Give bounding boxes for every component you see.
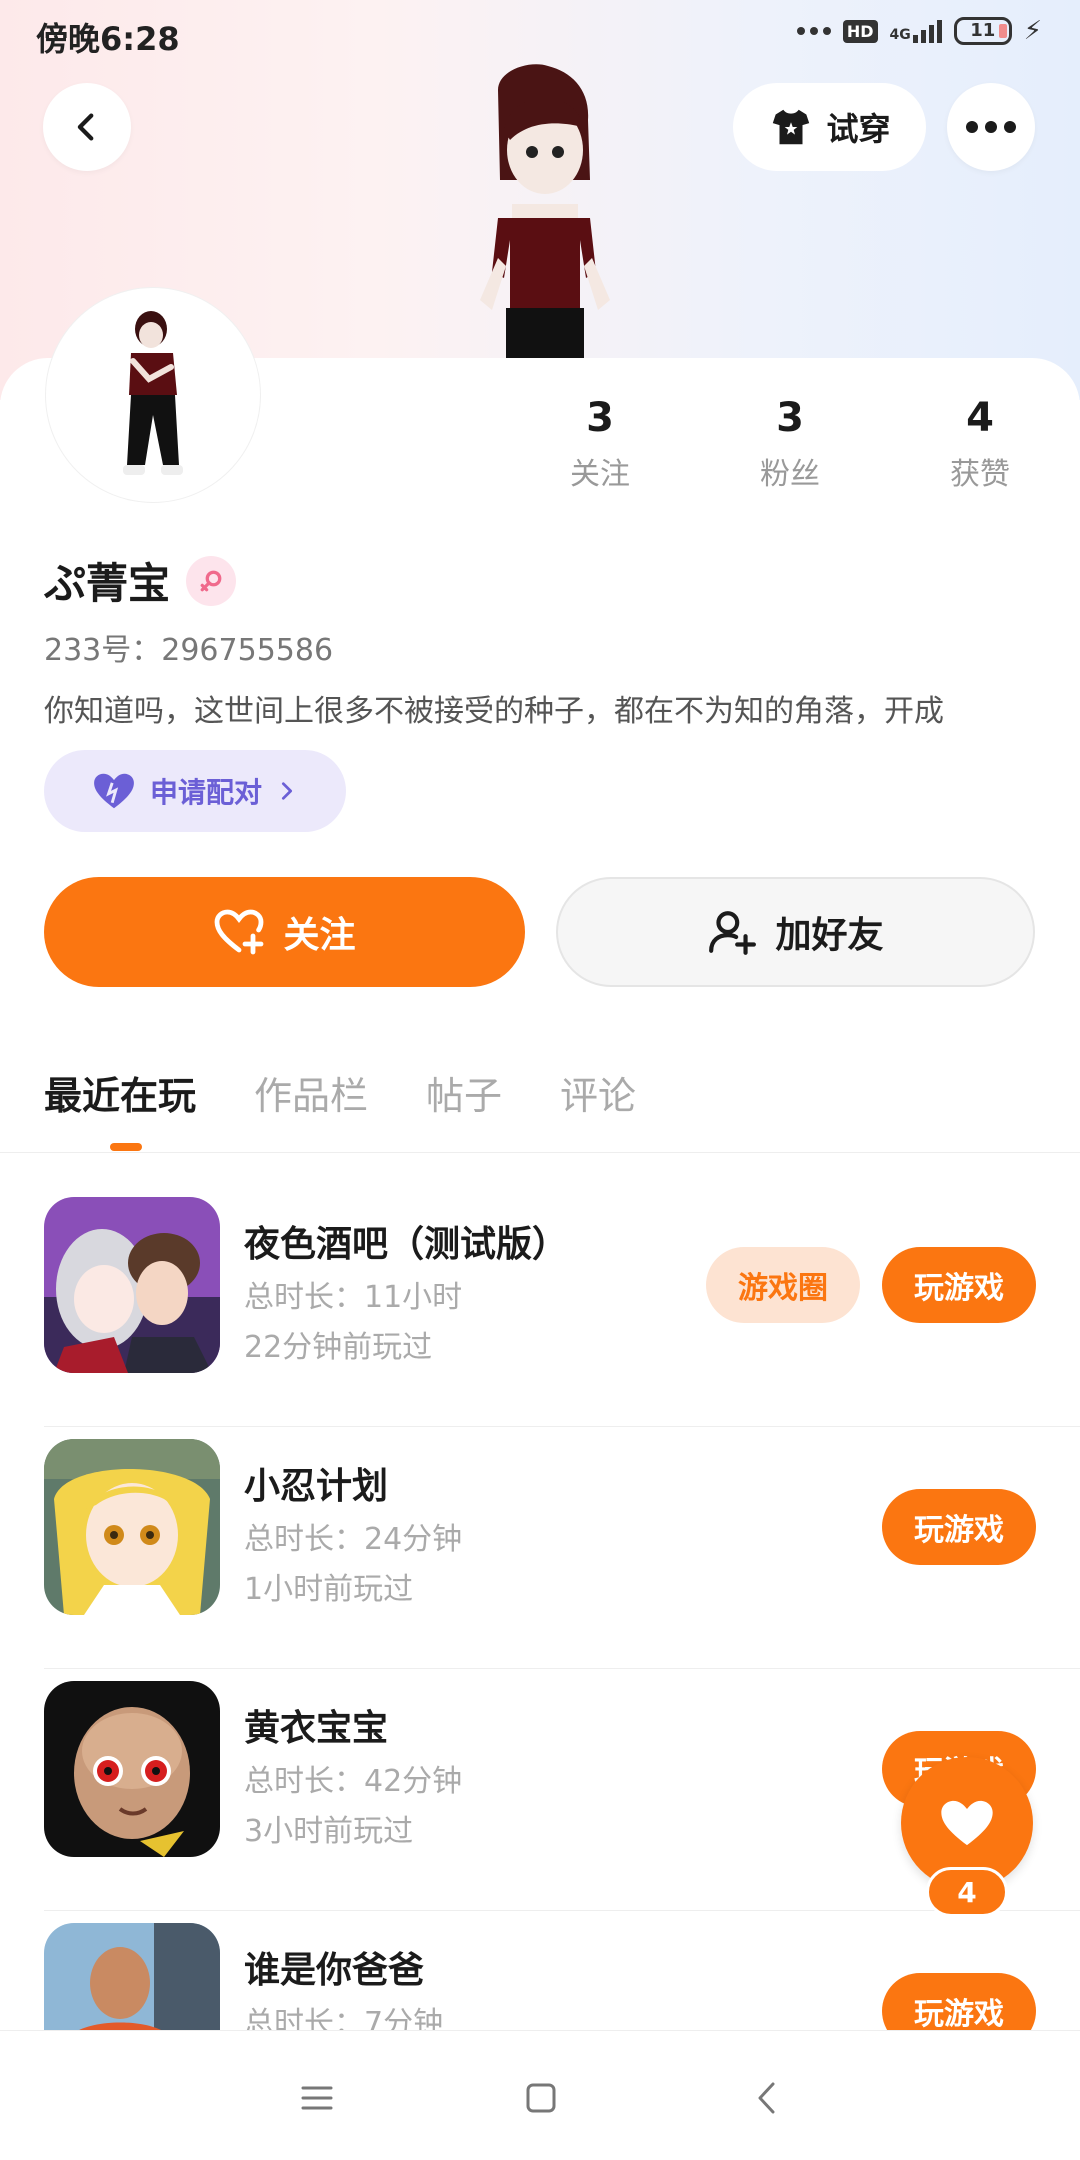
- notification-dots-icon: [796, 27, 831, 35]
- game-last-played: 1小时前玩过: [244, 1572, 414, 1607]
- user-id: 233号：296755586: [44, 633, 334, 668]
- play-game-button[interactable]: 玩游戏: [882, 1489, 1036, 1565]
- menu-nav-button[interactable]: [292, 2073, 342, 2123]
- tab-indicator: [110, 1143, 142, 1151]
- status-bar: 傍晚6:28 HD 4G 11 ⚡: [0, 0, 1080, 66]
- game-last-played: 22分钟前玩过: [244, 1330, 433, 1365]
- more-icon: [966, 121, 1016, 133]
- stat-likes[interactable]: 4 获赞: [920, 395, 1040, 493]
- game-title: 夜色酒吧（测试版）: [244, 1224, 569, 1265]
- avatar[interactable]: [46, 288, 260, 502]
- tab-posts[interactable]: 帖子: [426, 1065, 502, 1120]
- status-time: 傍晚6:28: [36, 20, 180, 58]
- game-icon: [44, 1681, 220, 1857]
- add-friend-button[interactable]: 加好友: [556, 877, 1035, 987]
- tshirt-icon: [773, 109, 810, 145]
- try-on-label: 试穿: [826, 110, 891, 148]
- game-title: 小忍计划: [244, 1466, 389, 1507]
- tab-comments[interactable]: 评论: [560, 1065, 636, 1120]
- heart-icon: [941, 1800, 993, 1846]
- heart-plus-icon: [215, 909, 264, 955]
- back-button[interactable]: [43, 83, 131, 171]
- profile-stats: 3 关注 3 粉丝 4 获赞: [540, 395, 1040, 493]
- stat-following[interactable]: 3 关注: [540, 395, 660, 493]
- stat-value: 3: [586, 395, 614, 441]
- list-item[interactable]: 小忍计划 总时长：24分钟 1小时前玩过 玩游戏: [0, 1427, 1080, 1669]
- list-item[interactable]: 夜色酒吧（测试版） 总时长：11小时 22分钟前玩过 游戏圈 玩游戏: [0, 1185, 1080, 1427]
- network-type: 4G: [889, 26, 911, 43]
- chevron-left-icon: [758, 2082, 775, 2114]
- menu-icon: [301, 2086, 333, 2110]
- stat-label: 关注: [570, 457, 630, 492]
- home-nav-button[interactable]: [516, 2073, 566, 2123]
- like-count-badge: 4: [926, 1867, 1008, 1917]
- game-icon: [44, 1439, 220, 1615]
- game-duration: 总时长：42分钟: [244, 1764, 463, 1799]
- stat-followers[interactable]: 3 粉丝: [730, 395, 850, 493]
- status-icons: HD 4G 11 ⚡: [796, 16, 1042, 46]
- chevron-right-icon: [281, 782, 293, 800]
- request-pair-label: 申请配对: [149, 776, 262, 809]
- back-nav-button[interactable]: [742, 2073, 792, 2123]
- tab-recently-played[interactable]: 最近在玩: [44, 1065, 196, 1120]
- game-last-played: 3小时前玩过: [244, 1814, 414, 1849]
- battery-icon: 11: [953, 17, 1012, 45]
- hd-badge: HD: [842, 19, 878, 43]
- follow-button[interactable]: 关注: [44, 877, 525, 987]
- name-row: ぷ菁宝: [44, 550, 237, 611]
- add-user-icon: [709, 911, 757, 955]
- more-button[interactable]: [947, 83, 1035, 171]
- tab-works[interactable]: 作品栏: [254, 1065, 368, 1120]
- add-friend-label: 加好友: [775, 915, 884, 956]
- game-circle-button[interactable]: 游戏圈: [706, 1247, 860, 1323]
- game-title: 谁是你爸爸: [244, 1950, 425, 1991]
- game-list: 夜色酒吧（测试版） 总时长：11小时 22分钟前玩过 游戏圈 玩游戏 小忍计划 …: [0, 1185, 1080, 2153]
- stat-value: 3: [776, 395, 804, 441]
- try-on-button[interactable]: 试穿: [733, 83, 926, 171]
- home-square-icon: [526, 2083, 556, 2113]
- play-game-button[interactable]: 玩游戏: [882, 1247, 1036, 1323]
- follow-label: 关注: [283, 915, 356, 956]
- profile-name: ぷ菁宝: [44, 559, 171, 608]
- chevron-left-icon: [77, 113, 94, 141]
- divider: [0, 1152, 1080, 1153]
- stat-label: 粉丝: [760, 457, 820, 492]
- system-nav-bar: [0, 2030, 1080, 2160]
- game-duration: 总时长：24分钟: [244, 1522, 463, 1557]
- request-pair-button[interactable]: 申请配对: [44, 750, 346, 832]
- stat-label: 获赞: [950, 457, 1010, 492]
- avatar-figure-icon: [123, 311, 183, 475]
- charging-icon: ⚡: [1023, 16, 1042, 46]
- battery-level: 11: [970, 20, 996, 41]
- heart-icon: [94, 773, 134, 809]
- profile-tabs: 最近在玩 作品栏 帖子 评论: [44, 1065, 636, 1120]
- female-gender-icon: [186, 555, 237, 606]
- stat-value: 4: [966, 395, 994, 441]
- avatar-3d-figure: [480, 64, 610, 360]
- profile-bio[interactable]: 你知道吗，这世间上很多不被接受的种子，都在不为知的角落，开成: [44, 686, 1044, 730]
- game-duration: 总时长：11小时: [244, 1280, 463, 1315]
- game-title: 黄衣宝宝: [244, 1708, 389, 1749]
- game-icon: [44, 1197, 220, 1373]
- signal-icon: 4G: [889, 19, 942, 43]
